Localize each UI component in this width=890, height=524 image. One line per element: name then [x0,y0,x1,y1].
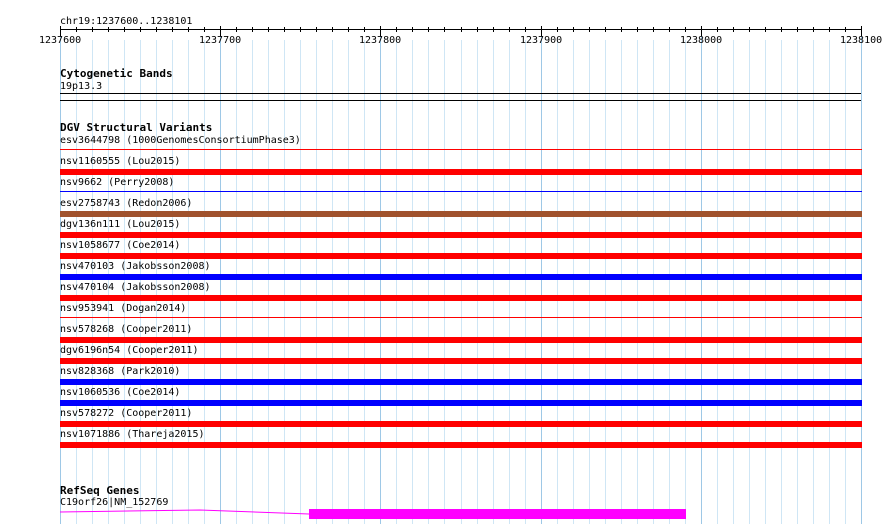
refseq-track-title: RefSeq Genes [60,484,140,497]
variant-label[interactable]: dgv6196n54 (Cooper2011) [60,345,198,356]
cytoband-label[interactable]: 19p13.3 [60,81,102,92]
variant-label[interactable]: nsv828368 (Park2010) [60,366,180,377]
variant-bar[interactable] [60,295,862,301]
variant-label[interactable]: esv3644798 (1000GenomesConsortiumPhase3) [60,135,301,146]
variant-label[interactable]: esv2758743 (Redon2006) [60,198,192,209]
tick-label: 1238100 [840,35,883,46]
variant-bar[interactable] [60,400,862,406]
cytoband-track-title: Cytogenetic Bands [60,67,173,80]
tick-label: 1237600 [39,35,82,46]
tick-label: 1237800 [359,35,402,46]
variant-bar[interactable] [60,274,862,280]
variant-label[interactable]: nsv1060536 (Coe2014) [60,387,180,398]
variant-bar[interactable] [60,232,862,238]
variant-label[interactable]: nsv470104 (Jakobsson2008) [60,282,211,293]
location-label: chr19:1237600..1238101 [60,16,193,27]
variant-bar[interactable] [60,337,862,343]
refseq-gene-label[interactable]: C19orf26|NM_152769 [60,497,168,508]
variant-bar[interactable] [60,191,862,192]
variant-label[interactable]: nsv1071886 (Thareja2015) [60,429,205,440]
gene-exon-block[interactable] [309,509,686,519]
tick-label: 1237700 [199,35,242,46]
variant-bar[interactable] [60,169,862,175]
variant-label[interactable]: nsv578272 (Cooper2011) [60,408,192,419]
variant-label[interactable]: nsv953941 (Dogan2014) [60,303,186,314]
variant-label[interactable]: nsv9662 (Perry2008) [60,177,174,188]
dgv-track-title: DGV Structural Variants [60,121,213,134]
variant-bar[interactable] [60,442,862,448]
variant-bar[interactable] [60,253,862,259]
variant-bar[interactable] [60,149,862,150]
variant-bar[interactable] [60,421,862,427]
genome-browser-view: chr19:1237600..1238101 1237600 1237700 123… [0,0,890,524]
variant-label[interactable]: nsv578268 (Cooper2011) [60,324,192,335]
variant-label[interactable]: nsv470103 (Jakobsson2008) [60,261,211,272]
variant-label[interactable]: dgv136n111 (Lou2015) [60,219,180,230]
variant-label[interactable]: nsv1160555 (Lou2015) [60,156,180,167]
tick-label: 1237900 [520,35,563,46]
variant-bar[interactable] [60,211,862,217]
variant-bar[interactable] [60,379,862,385]
tick-label: 1238000 [680,35,723,46]
variant-bar[interactable] [60,358,862,364]
variant-label[interactable]: nsv1058677 (Coe2014) [60,240,180,251]
variant-bar[interactable] [60,317,862,318]
gene-intron-line[interactable] [59,509,310,515]
